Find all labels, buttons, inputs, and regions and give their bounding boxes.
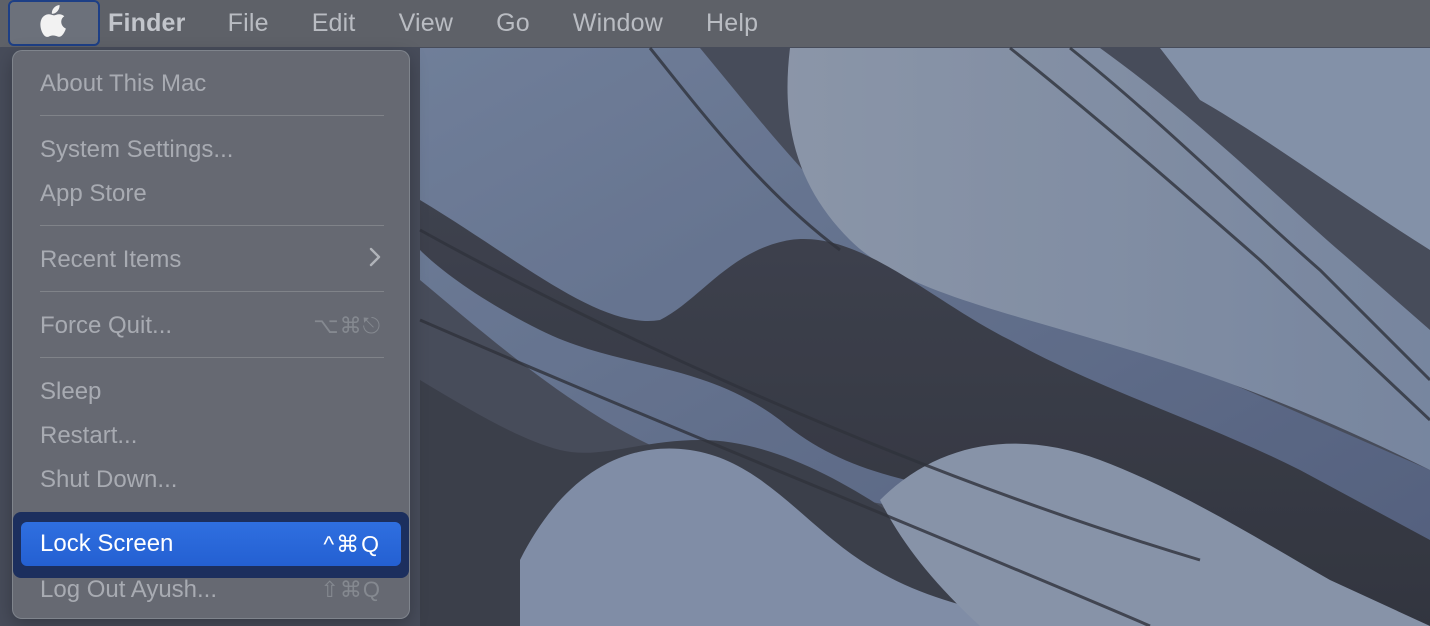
- menu-item-restart[interactable]: Restart...: [13, 416, 409, 456]
- menu-item-label: Lock Screen: [40, 530, 174, 557]
- menu-item-label: Shut Down...: [40, 466, 178, 493]
- menu-item-label: App Store: [40, 180, 147, 207]
- apple-menu-dropdown: About This Mac System Settings... App St…: [12, 50, 410, 619]
- menubar-item-window[interactable]: Window: [573, 9, 663, 38]
- log-out-shortcut: ⇧⌘Q: [320, 577, 381, 602]
- menu-item-system-settings[interactable]: System Settings...: [13, 130, 409, 170]
- menu-item-label: System Settings...: [40, 136, 234, 163]
- menu-item-label: Force Quit...: [40, 312, 173, 339]
- menu-item-force-quit[interactable]: Force Quit... ⌥⌘⎋: [13, 306, 409, 346]
- menu-bar: Finder File Edit View Go Window Help: [0, 0, 1430, 47]
- force-quit-shortcut: ⌥⌘⎋: [313, 313, 381, 338]
- menu-item-sleep[interactable]: Sleep: [13, 372, 409, 412]
- menu-separator: [40, 225, 384, 226]
- menubar-item-view[interactable]: View: [399, 9, 454, 38]
- menubar-item-go[interactable]: Go: [496, 9, 530, 38]
- menu-item-label: Sleep: [40, 378, 102, 405]
- lock-screen-shortcut: ^⌘Q: [323, 530, 381, 557]
- menubar-item-help[interactable]: Help: [706, 9, 758, 38]
- menu-item-app-store[interactable]: App Store: [13, 174, 409, 214]
- apple-menu-button[interactable]: [8, 0, 100, 46]
- menubar-item-finder[interactable]: Finder: [108, 9, 186, 38]
- menubar-item-edit[interactable]: Edit: [312, 9, 356, 38]
- menu-separator: [40, 357, 384, 358]
- menu-item-recent-items[interactable]: Recent Items: [13, 240, 409, 280]
- menu-separator: [40, 115, 384, 116]
- menu-separator: [40, 291, 384, 292]
- menu-item-label: About This Mac: [40, 70, 207, 97]
- chevron-right-icon: [369, 246, 381, 274]
- menu-item-about-this-mac[interactable]: About This Mac: [13, 64, 409, 104]
- menu-item-label: Recent Items: [40, 246, 182, 273]
- menu-item-label: Restart...: [40, 422, 138, 449]
- menu-item-label: Log Out Ayush...: [40, 576, 218, 603]
- menubar-item-file[interactable]: File: [228, 9, 269, 38]
- apple-logo-icon: [40, 4, 68, 42]
- menu-item-lock-screen[interactable]: Lock Screen ^⌘Q: [21, 522, 401, 566]
- menu-item-shut-down[interactable]: Shut Down...: [13, 460, 409, 500]
- menu-item-log-out[interactable]: Log Out Ayush... ⇧⌘Q: [13, 570, 409, 610]
